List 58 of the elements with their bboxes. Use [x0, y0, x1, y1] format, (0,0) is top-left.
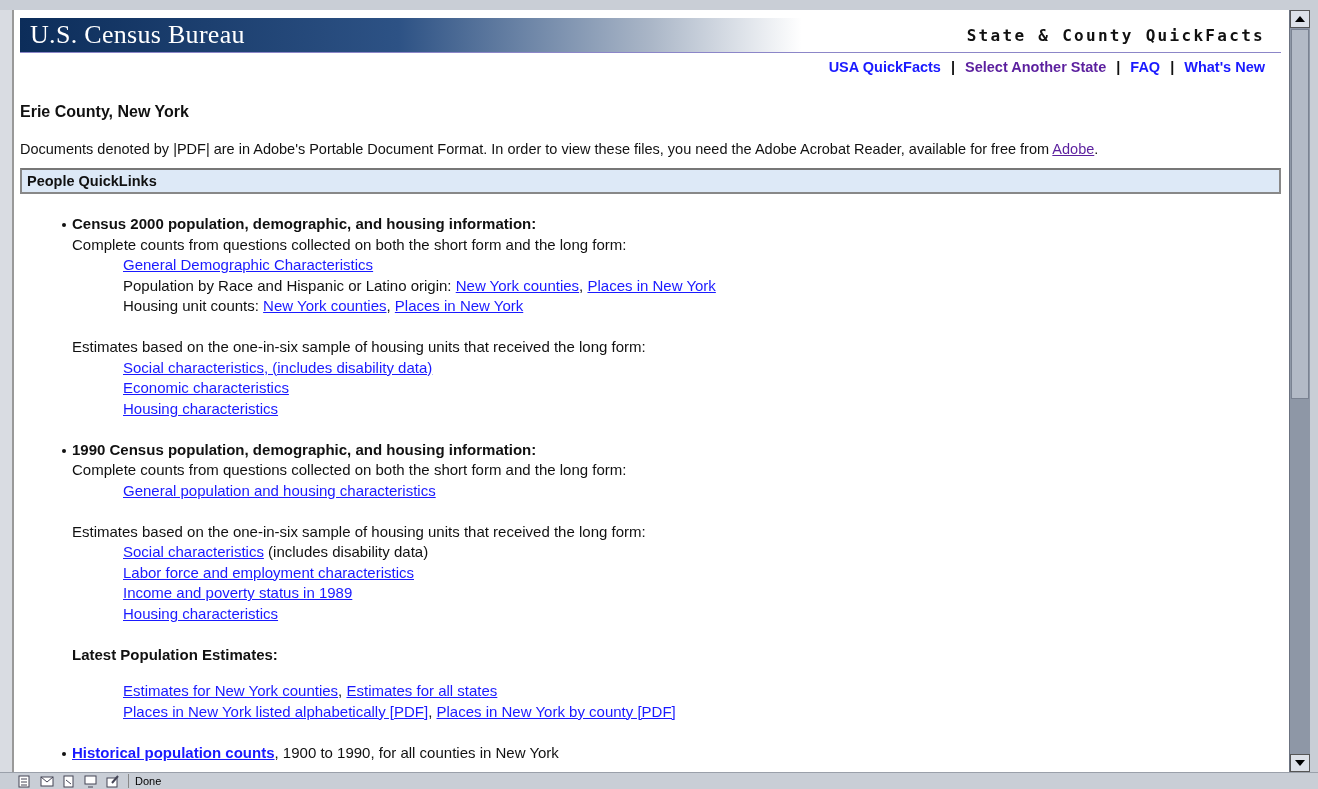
- nav-separator: |: [950, 59, 955, 77]
- page-icon[interactable]: [18, 774, 32, 788]
- quick-link[interactable]: Estimates for all states: [346, 682, 498, 699]
- nav-link[interactable]: Select Another State: [965, 59, 1107, 81]
- line-text: (includes disability data): [267, 543, 429, 560]
- document-icon[interactable]: [62, 774, 76, 788]
- status-text: Done: [128, 774, 162, 788]
- nav-separator: |: [1116, 59, 1121, 77]
- group-intro: Complete counts from questions collected on both the short form and the long form:: [72, 460, 628, 480]
- notice-text: Documents denoted by |PDF| are in Adobe's Portable Document Format. In order to view these files, you need the Adobe Acrobat Reader, available for free from Adobe.: [20, 141, 1100, 157]
- edit-icon[interactable]: [106, 774, 120, 788]
- quick-link[interactable]: Places in New York: [394, 297, 524, 314]
- monitor-icon[interactable]: [84, 774, 98, 788]
- nav-link[interactable]: USA QuickFacts: [828, 59, 941, 81]
- bullet-dot: [62, 751, 66, 756]
- group-intro: Estimates based on the one-in-six sample of housing units that received the long form:: [72, 337, 647, 357]
- quick-link[interactable]: Housing characteristics: [123, 399, 279, 417]
- line-text: ,: [428, 702, 434, 720]
- quick-link[interactable]: Labor force and employment characteristics: [123, 563, 414, 581]
- quick-link[interactable]: General population and housing characteristics: [123, 481, 436, 499]
- scroll-down-button[interactable]: [1290, 754, 1310, 772]
- down-arrow-icon: [1295, 760, 1305, 766]
- scrollbar-thumb[interactable]: [1291, 29, 1309, 399]
- line-text: ,: [338, 682, 344, 699]
- line-text: Housing unit counts:: [123, 297, 260, 314]
- quick-link[interactable]: Housing characteristics: [123, 604, 279, 622]
- bullet-dot: [62, 223, 66, 227]
- group-intro: Complete counts from questions collected on both the short form and the long form:: [72, 234, 628, 255]
- historical-link[interactable]: Historical population counts: [72, 743, 275, 761]
- nav-separator: |: [1170, 59, 1175, 77]
- mail-icon[interactable]: [40, 774, 54, 788]
- up-arrow-icon: [1295, 16, 1305, 22]
- bullet-text: , 1900 to 1990, for all counties in New York: [274, 743, 559, 761]
- site-logo[interactable]: U.S. Census Bureau: [20, 20, 245, 50]
- bullet-dot: [62, 448, 66, 453]
- subheading: Latest Population Estimates:: [72, 644, 279, 665]
- quick-link[interactable]: General Demographic Characteristics: [123, 256, 374, 273]
- line-text: Population by Race and Hispanic or Latino origin:: [123, 276, 453, 294]
- quick-link[interactable]: Social characteristics: [123, 543, 264, 560]
- quick-link[interactable]: Places in New York listed alphabetically [PDF]: [123, 702, 429, 720]
- line-text: ,: [386, 297, 392, 314]
- adobe-link[interactable]: Adobe: [1052, 141, 1095, 157]
- bullet-heading: 1990 Census population, demographic, and housing information:: [72, 439, 538, 460]
- quick-link[interactable]: Economic characteristics: [123, 379, 289, 396]
- group-intro: Estimates based on the one-in-six sample of housing units that received the long form:: [72, 521, 647, 542]
- bullet-heading: Census 2000 population, demographic, and housing information:: [72, 214, 538, 234]
- nav-link[interactable]: FAQ: [1130, 59, 1161, 81]
- page-heading: Erie County, New York: [20, 103, 190, 121]
- section-title-bar: People QuickLinks: [20, 168, 1281, 194]
- quick-link[interactable]: Social characteristics, (includes disability data): [123, 358, 433, 376]
- scroll-up-button[interactable]: [1290, 10, 1310, 28]
- page-tagline: State & County QuickFacts: [966, 25, 1266, 45]
- quick-link[interactable]: Places in New York by county [PDF]: [436, 702, 676, 720]
- quick-link[interactable]: Income and poverty status in 1989: [123, 584, 353, 601]
- quick-link[interactable]: Places in New York: [587, 276, 716, 294]
- nav-link[interactable]: What's New: [1184, 59, 1265, 81]
- quick-link[interactable]: New York counties: [263, 297, 387, 314]
- line-text: ,: [579, 276, 585, 294]
